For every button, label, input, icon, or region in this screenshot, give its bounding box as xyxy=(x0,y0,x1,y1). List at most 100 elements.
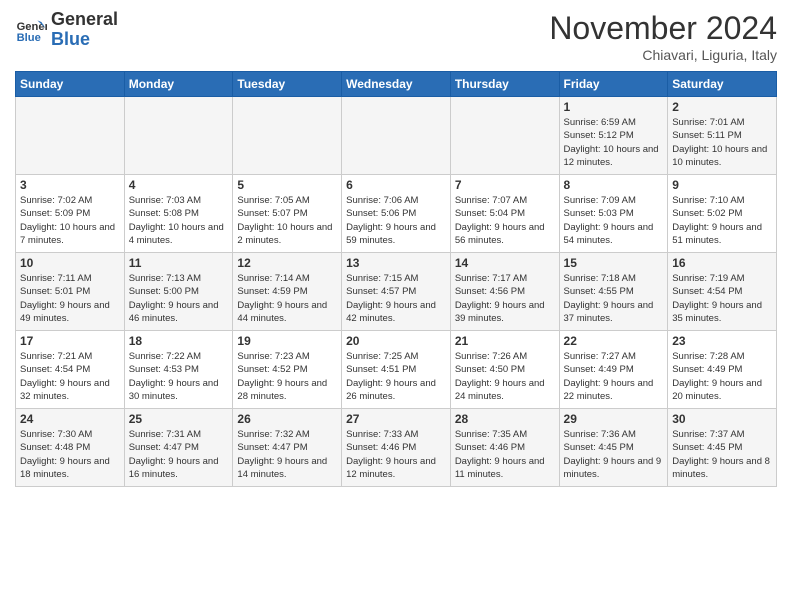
col-header-tuesday: Tuesday xyxy=(233,72,342,97)
day-info: Sunrise: 7:36 AM Sunset: 4:45 PM Dayligh… xyxy=(564,428,664,481)
day-info: Sunrise: 7:31 AM Sunset: 4:47 PM Dayligh… xyxy=(129,428,229,481)
day-number: 17 xyxy=(20,334,120,348)
day-info: Sunrise: 7:32 AM Sunset: 4:47 PM Dayligh… xyxy=(237,428,337,481)
day-info: Sunrise: 7:21 AM Sunset: 4:54 PM Dayligh… xyxy=(20,350,120,403)
day-number: 18 xyxy=(129,334,229,348)
day-info: Sunrise: 7:25 AM Sunset: 4:51 PM Dayligh… xyxy=(346,350,446,403)
day-info: Sunrise: 7:19 AM Sunset: 4:54 PM Dayligh… xyxy=(672,272,772,325)
day-info: Sunrise: 7:35 AM Sunset: 4:46 PM Dayligh… xyxy=(455,428,555,481)
day-number: 16 xyxy=(672,256,772,270)
day-cell xyxy=(342,97,451,175)
header-row: SundayMondayTuesdayWednesdayThursdayFrid… xyxy=(16,72,777,97)
day-cell xyxy=(450,97,559,175)
day-cell: 27 Sunrise: 7:33 AM Sunset: 4:46 PM Dayli… xyxy=(342,409,451,487)
day-info: Sunrise: 7:17 AM Sunset: 4:56 PM Dayligh… xyxy=(455,272,555,325)
day-cell xyxy=(124,97,233,175)
day-info: Sunrise: 7:33 AM Sunset: 4:46 PM Dayligh… xyxy=(346,428,446,481)
day-number: 22 xyxy=(564,334,664,348)
day-cell: 21 Sunrise: 7:26 AM Sunset: 4:50 PM Dayli… xyxy=(450,331,559,409)
day-info: Sunrise: 7:15 AM Sunset: 4:57 PM Dayligh… xyxy=(346,272,446,325)
day-number: 5 xyxy=(237,178,337,192)
day-info: Sunrise: 7:05 AM Sunset: 5:07 PM Dayligh… xyxy=(237,194,337,247)
day-cell: 1 Sunrise: 6:59 AM Sunset: 5:12 PM Daylig… xyxy=(559,97,668,175)
calendar-table: SundayMondayTuesdayWednesdayThursdayFrid… xyxy=(15,71,777,487)
day-cell: 7Sunrise: 7:07 AM Sunset: 5:04 PM Daylig… xyxy=(450,175,559,253)
day-cell xyxy=(233,97,342,175)
day-number: 4 xyxy=(129,178,229,192)
day-info: Sunrise: 7:01 AM Sunset: 5:11 PM Dayligh… xyxy=(672,116,772,169)
day-number: 20 xyxy=(346,334,446,348)
day-cell: 3 Sunrise: 7:02 AM Sunset: 5:09 PM Daylig… xyxy=(16,175,125,253)
month-title: November 2024 xyxy=(549,10,777,47)
day-number: 25 xyxy=(129,412,229,426)
day-cell: 9 Sunrise: 7:10 AM Sunset: 5:02 PM Daylig… xyxy=(668,175,777,253)
day-number: 21 xyxy=(455,334,555,348)
day-cell: 25 Sunrise: 7:31 AM Sunset: 4:47 PM Dayli… xyxy=(124,409,233,487)
week-row-1: 3 Sunrise: 7:02 AM Sunset: 5:09 PM Daylig… xyxy=(16,175,777,253)
day-cell: 17 Sunrise: 7:21 AM Sunset: 4:54 PM Dayli… xyxy=(16,331,125,409)
day-number: 15 xyxy=(564,256,664,270)
day-info: Sunrise: 6:59 AM Sunset: 5:12 PM Dayligh… xyxy=(564,116,664,169)
day-info: Sunrise: 7:28 AM Sunset: 4:49 PM Dayligh… xyxy=(672,350,772,403)
day-info: Sunrise: 7:10 AM Sunset: 5:02 PM Dayligh… xyxy=(672,194,772,247)
day-info: Sunrise: 7:03 AM Sunset: 5:08 PM Dayligh… xyxy=(129,194,229,247)
day-cell: 29 Sunrise: 7:36 AM Sunset: 4:45 PM Dayli… xyxy=(559,409,668,487)
day-info: Sunrise: 7:13 AM Sunset: 5:00 PM Dayligh… xyxy=(129,272,229,325)
day-cell xyxy=(16,97,125,175)
day-cell: 5 Sunrise: 7:05 AM Sunset: 5:07 PM Daylig… xyxy=(233,175,342,253)
day-cell: 4 Sunrise: 7:03 AM Sunset: 5:08 PM Daylig… xyxy=(124,175,233,253)
day-cell: 14 Sunrise: 7:17 AM Sunset: 4:56 PM Dayli… xyxy=(450,253,559,331)
day-info: Sunrise: 7:02 AM Sunset: 5:09 PM Dayligh… xyxy=(20,194,120,247)
day-cell: 13Sunrise: 7:15 AM Sunset: 4:57 PM Dayli… xyxy=(342,253,451,331)
day-info: Sunrise: 7:18 AM Sunset: 4:55 PM Dayligh… xyxy=(564,272,664,325)
day-number: 2 xyxy=(672,100,772,114)
col-header-sunday: Sunday xyxy=(16,72,125,97)
day-number: 26 xyxy=(237,412,337,426)
day-number: 9 xyxy=(672,178,772,192)
day-number: 27 xyxy=(346,412,446,426)
day-info: Sunrise: 7:22 AM Sunset: 4:53 PM Dayligh… xyxy=(129,350,229,403)
week-row-2: 10 Sunrise: 7:11 AM Sunset: 5:01 PM Dayli… xyxy=(16,253,777,331)
day-cell: 30Sunrise: 7:37 AM Sunset: 4:45 PM Dayli… xyxy=(668,409,777,487)
col-header-monday: Monday xyxy=(124,72,233,97)
day-number: 10 xyxy=(20,256,120,270)
page: General Blue General Blue November 2024 … xyxy=(0,0,792,612)
title-block: November 2024 Chiavari, Liguria, Italy xyxy=(549,10,777,63)
day-cell: 6Sunrise: 7:06 AM Sunset: 5:06 PM Daylig… xyxy=(342,175,451,253)
logo: General Blue General Blue xyxy=(15,10,118,50)
day-cell: 15 Sunrise: 7:18 AM Sunset: 4:55 PM Dayli… xyxy=(559,253,668,331)
day-info: Sunrise: 7:26 AM Sunset: 4:50 PM Dayligh… xyxy=(455,350,555,403)
day-number: 23 xyxy=(672,334,772,348)
day-cell: 26 Sunrise: 7:32 AM Sunset: 4:47 PM Dayli… xyxy=(233,409,342,487)
day-info: Sunrise: 7:14 AM Sunset: 4:59 PM Dayligh… xyxy=(237,272,337,325)
day-number: 28 xyxy=(455,412,555,426)
day-cell: 10 Sunrise: 7:11 AM Sunset: 5:01 PM Dayli… xyxy=(16,253,125,331)
col-header-friday: Friday xyxy=(559,72,668,97)
logo-icon: General Blue xyxy=(15,14,47,46)
day-number: 1 xyxy=(564,100,664,114)
day-cell: 24 Sunrise: 7:30 AM Sunset: 4:48 PM Dayli… xyxy=(16,409,125,487)
day-cell: 2 Sunrise: 7:01 AM Sunset: 5:11 PM Daylig… xyxy=(668,97,777,175)
day-number: 30 xyxy=(672,412,772,426)
day-number: 19 xyxy=(237,334,337,348)
day-cell: 12Sunrise: 7:14 AM Sunset: 4:59 PM Dayli… xyxy=(233,253,342,331)
day-cell: 22 Sunrise: 7:27 AM Sunset: 4:49 PM Dayli… xyxy=(559,331,668,409)
day-cell: 20 Sunrise: 7:25 AM Sunset: 4:51 PM Dayli… xyxy=(342,331,451,409)
day-info: Sunrise: 7:23 AM Sunset: 4:52 PM Dayligh… xyxy=(237,350,337,403)
week-row-3: 17 Sunrise: 7:21 AM Sunset: 4:54 PM Dayli… xyxy=(16,331,777,409)
day-number: 3 xyxy=(20,178,120,192)
day-info: Sunrise: 7:30 AM Sunset: 4:48 PM Dayligh… xyxy=(20,428,120,481)
day-cell: 11Sunrise: 7:13 AM Sunset: 5:00 PM Dayli… xyxy=(124,253,233,331)
location: Chiavari, Liguria, Italy xyxy=(549,47,777,63)
day-cell: 18 Sunrise: 7:22 AM Sunset: 4:53 PM Dayli… xyxy=(124,331,233,409)
svg-text:Blue: Blue xyxy=(17,32,41,44)
week-row-4: 24 Sunrise: 7:30 AM Sunset: 4:48 PM Dayli… xyxy=(16,409,777,487)
header: General Blue General Blue November 2024 … xyxy=(15,10,777,63)
day-number: 14 xyxy=(455,256,555,270)
day-cell: 28 Sunrise: 7:35 AM Sunset: 4:46 PM Dayli… xyxy=(450,409,559,487)
day-number: 29 xyxy=(564,412,664,426)
day-number: 24 xyxy=(20,412,120,426)
day-info: Sunrise: 7:11 AM Sunset: 5:01 PM Dayligh… xyxy=(20,272,120,325)
day-info: Sunrise: 7:27 AM Sunset: 4:49 PM Dayligh… xyxy=(564,350,664,403)
day-info: Sunrise: 7:06 AM Sunset: 5:06 PM Dayligh… xyxy=(346,194,446,247)
